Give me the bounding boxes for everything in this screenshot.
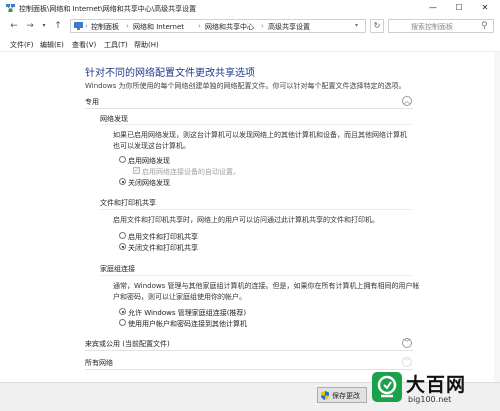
site-watermark: 大百网 big100.net (372, 368, 492, 408)
crumb-separator: › (85, 22, 88, 30)
breadcrumb-control-panel[interactable]: 控制面板 (91, 22, 119, 32)
address-field[interactable]: › 控制面板 › 网络和 Internet › 网络和共享中心 › 高级共享设置… (70, 19, 366, 33)
homegroup-text-line1: 通常，Windows 管理与其他家庭组计算机的连接。但是，如果你在所有计算机上拥… (113, 282, 420, 290)
control-panel-icon (74, 22, 83, 30)
watermark-title: 大百网 (406, 374, 467, 396)
refresh-icon[interactable]: ↻ (370, 19, 384, 33)
watermark-logo-icon (372, 372, 402, 402)
expand-chevron-icon[interactable]: ﹀ (402, 338, 412, 348)
radio-disable-discovery[interactable] (119, 178, 126, 185)
breadcrumb-sharing-center[interactable]: 网络和共享中心 (205, 22, 254, 32)
section-private-label[interactable]: 专用 (85, 97, 99, 107)
menu-bar: 文件(F) 编辑(E) 查看(V) 工具(T) 帮助(H) (0, 37, 500, 52)
divider (85, 369, 413, 370)
homegroup-text-line2: 户和密码，则可以让家庭组使用你的帐户。 (113, 293, 246, 301)
option-label: 关闭网络发现 (128, 179, 170, 187)
file-sharing-title: 文件和打印机共享 (100, 199, 156, 207)
back-arrow-icon[interactable]: ← (8, 20, 20, 32)
network-discovery-text-line1: 如果已启用网络发现，则这台计算机可以发现网络上的其他计算机和设备，而且其他网络计… (113, 131, 407, 139)
option-auto-setup[interactable]: ✓ 启用网络连接设备的自动设置。 (133, 167, 240, 177)
menu-edit[interactable]: 编辑(E) (40, 40, 64, 50)
menu-file[interactable]: 文件(F) (10, 40, 34, 50)
uac-shield-icon (321, 391, 329, 400)
option-disable-file-sharing[interactable]: 关闭文件和打印机共享 (119, 243, 198, 253)
option-enable-discovery[interactable]: 启用网络发现 (119, 156, 170, 166)
option-label: 关闭文件和打印机共享 (128, 244, 198, 252)
divider (100, 209, 412, 210)
watermark-url: big100.net (408, 395, 452, 404)
option-enable-file-sharing[interactable]: 启用文件和打印机共享 (119, 232, 198, 242)
breadcrumb-network-internet[interactable]: 网络和 Internet (133, 22, 184, 32)
recent-chevron-icon[interactable]: ▾ (38, 20, 50, 32)
save-changes-button[interactable]: 保存更改 (317, 387, 367, 403)
scrollbar[interactable] (494, 52, 500, 382)
window-title: 控制面板\网络和 Internet\网络和共享中心\高级共享设置 (19, 5, 197, 13)
divider (100, 124, 412, 125)
search-placeholder: 搜索控制面板 (411, 23, 453, 31)
menu-tools[interactable]: 工具(T) (104, 40, 128, 50)
radio-enable-discovery[interactable] (119, 156, 126, 163)
address-bar: ← → ▾ ↑ › 控制面板 › 网络和 Internet › 网络和共享中心 … (0, 17, 500, 35)
content-area: 针对不同的网络配置文件更改共享选项 Windows 为你所使用的每个网络创建单独… (0, 52, 500, 382)
up-arrow-icon[interactable]: ↑ (52, 20, 64, 32)
menu-view[interactable]: 查看(V) (72, 40, 96, 50)
option-use-account-password[interactable]: 使用用户帐户和密码连接到其他计算机 (119, 319, 247, 329)
section-guest-public-label[interactable]: 来宾或公用 (当前配置文件) (85, 339, 170, 349)
divider (100, 275, 412, 276)
network-discovery-text-line2: 也可以发现这台计算机。 (113, 142, 190, 150)
collapse-chevron-icon[interactable]: ︿ (402, 96, 412, 106)
option-label: 允许 Windows 管理家庭组连接(推荐) (128, 309, 247, 317)
search-icon[interactable]: ⚲ (481, 21, 488, 31)
section-all-networks-label[interactable]: 所有网络 (85, 358, 113, 368)
homegroup-title: 家庭组连接 (100, 265, 135, 273)
forward-arrow-icon[interactable]: → (24, 20, 36, 32)
radio-windows-manage[interactable] (119, 308, 126, 315)
expand-chevron-icon[interactable]: ﹀ (402, 357, 412, 367)
checkbox-auto-setup[interactable]: ✓ (133, 167, 140, 174)
network-discovery-title: 网络发现 (100, 115, 128, 123)
option-label: 启用网络连接设备的自动设置。 (142, 168, 240, 176)
option-label: 启用文件和打印机共享 (128, 233, 198, 241)
menu-help[interactable]: 帮助(H) (134, 40, 159, 50)
divider (85, 108, 413, 109)
radio-use-account[interactable] (119, 319, 126, 326)
crumb-separator: › (126, 22, 129, 30)
option-windows-manage-homegroup[interactable]: 允许 Windows 管理家庭组连接(推荐) (119, 308, 247, 318)
address-dropdown-icon[interactable]: ▾ (355, 22, 358, 29)
divider (85, 350, 413, 351)
file-sharing-text: 启用文件和打印机共享时，网络上的用户可以访问通过此计算机共享的文件和打印机。 (113, 216, 379, 224)
radio-enable-file-sharing[interactable] (119, 232, 126, 239)
option-disable-discovery[interactable]: 关闭网络发现 (119, 178, 170, 188)
option-label: 使用用户帐户和密码连接到其他计算机 (128, 320, 247, 328)
network-icon (6, 4, 15, 12)
title-bar: 控制面板\网络和 Internet\网络和共享中心\高级共享设置 — ☐ ✕ (0, 0, 500, 16)
close-button[interactable]: ✕ (472, 0, 498, 16)
radio-disable-file-sharing[interactable] (119, 243, 126, 250)
save-changes-label: 保存更改 (332, 392, 360, 400)
minimize-button[interactable]: — (420, 0, 446, 16)
maximize-button[interactable]: ☐ (446, 0, 472, 16)
crumb-separator: › (261, 22, 264, 30)
search-input[interactable]: 搜索控制面板 ⚲ (388, 19, 494, 33)
breadcrumb-advanced-sharing[interactable]: 高级共享设置 (268, 22, 310, 32)
page-description: Windows 为你所使用的每个网络创建单独的网络配置文件。你可以针对每个配置文… (85, 82, 406, 90)
page-title: 针对不同的网络配置文件更改共享选项 (85, 68, 255, 79)
option-label: 启用网络发现 (128, 157, 170, 165)
crumb-separator: › (198, 22, 201, 30)
